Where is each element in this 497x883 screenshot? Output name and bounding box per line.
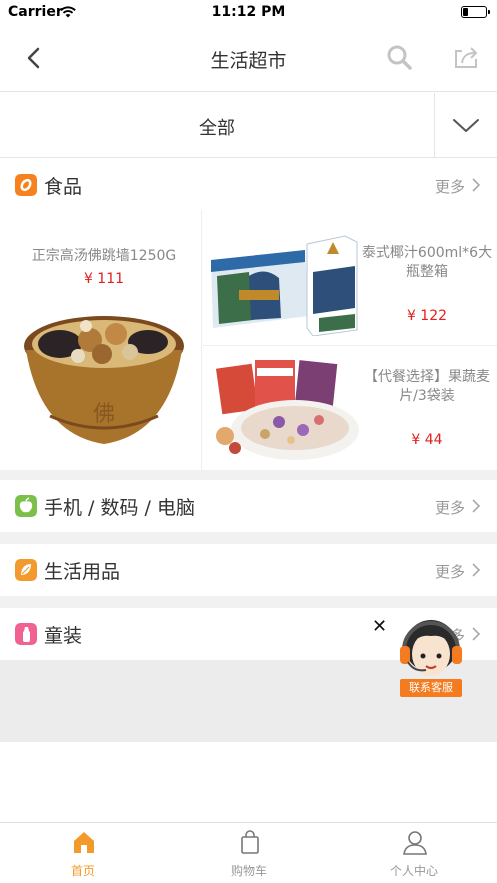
tab-bar: 首页 购物车 个人中心 xyxy=(0,822,497,883)
shopping-bag-icon xyxy=(241,830,259,854)
battery-icon xyxy=(461,6,490,18)
product-price: ¥ 111 xyxy=(83,271,125,287)
person-icon xyxy=(403,831,427,855)
search-icon[interactable] xyxy=(384,42,414,72)
home-icon xyxy=(74,832,94,853)
tab-label: 个人中心 xyxy=(389,864,438,878)
product-card[interactable]: 正宗高汤佛跳墙1250G ¥ 111 佛 xyxy=(0,210,202,470)
page-title: 生活超市 xyxy=(210,50,287,72)
product-card[interactable]: 【代餐选择】果蔬麦片/3袋装 ¥ 44 xyxy=(203,346,497,470)
category-title: 手机 / 数码 / 电脑 xyxy=(44,497,195,519)
product-image-buddha-jumps-over-the-wall: 佛 xyxy=(24,316,184,444)
baby-bottle-category-icon xyxy=(15,623,37,645)
chevron-down-icon[interactable] xyxy=(435,93,497,158)
food-product-grid: 正宗高汤佛跳墙1250G ¥ 111 佛 泰式椰汁600ml*6大瓶整箱 ¥ 1… xyxy=(0,210,497,470)
category-title: 童装 xyxy=(44,625,83,647)
contact-service-label[interactable]: 联系客服 xyxy=(400,679,462,697)
navigation-bar: 生活超市 xyxy=(0,26,497,92)
more-link[interactable]: 更多 xyxy=(435,561,465,582)
product-card[interactable]: 泰式椰汁600ml*6大瓶整箱 ¥ 122 xyxy=(203,222,497,346)
filter-selected-label: 全部 xyxy=(199,118,235,139)
more-link[interactable]: 更多 xyxy=(435,176,465,197)
category-header-daily-goods[interactable]: 生活用品 更多 xyxy=(0,544,497,596)
product-price: ¥ 122 xyxy=(406,308,448,324)
product-name: 正宗高汤佛跳墙1250G xyxy=(31,248,177,264)
tab-profile[interactable]: 个人中心 xyxy=(331,823,497,883)
chevron-right-icon xyxy=(472,563,481,577)
category-title: 生活用品 xyxy=(44,561,121,583)
daily-goods-category-icon xyxy=(15,559,37,581)
product-price: ¥ 44 xyxy=(411,432,443,448)
category-filter[interactable]: 全部 xyxy=(0,93,497,158)
food-category-icon xyxy=(15,174,37,196)
product-image-muesli xyxy=(215,360,359,460)
customer-service-avatar-icon[interactable] xyxy=(398,612,464,682)
category-header-digital[interactable]: 手机 / 数码 / 电脑 更多 xyxy=(0,480,497,532)
section-separator xyxy=(0,470,497,480)
category-header-food[interactable]: 食品 更多 xyxy=(0,159,497,211)
section-separator xyxy=(0,596,497,608)
clock: 11:12 PM xyxy=(211,4,286,20)
product-image-coconut-juice xyxy=(211,235,358,336)
category-title: 食品 xyxy=(44,176,83,198)
chevron-right-icon xyxy=(472,178,481,192)
status-bar: Carrier 11:12 PM xyxy=(0,0,497,26)
apple-category-icon xyxy=(15,495,37,517)
close-icon[interactable]: ✕ xyxy=(372,616,387,637)
share-icon[interactable] xyxy=(451,42,481,72)
chevron-right-icon xyxy=(472,499,481,513)
section-separator xyxy=(0,532,497,544)
tab-home[interactable]: 首页 xyxy=(0,823,166,883)
product-name: 【代餐选择】果蔬麦片/3袋装 xyxy=(364,369,490,404)
tab-cart[interactable]: 购物车 xyxy=(166,823,332,883)
product-name: 泰式椰汁600ml*6大瓶整箱 xyxy=(361,245,493,280)
svg-text:佛: 佛 xyxy=(93,402,115,427)
customer-service-widget[interactable]: ✕ 联系客服 xyxy=(372,612,492,698)
tab-label: 首页 xyxy=(70,864,95,878)
more-link[interactable]: 更多 xyxy=(435,497,465,518)
tab-label: 购物车 xyxy=(230,864,267,878)
